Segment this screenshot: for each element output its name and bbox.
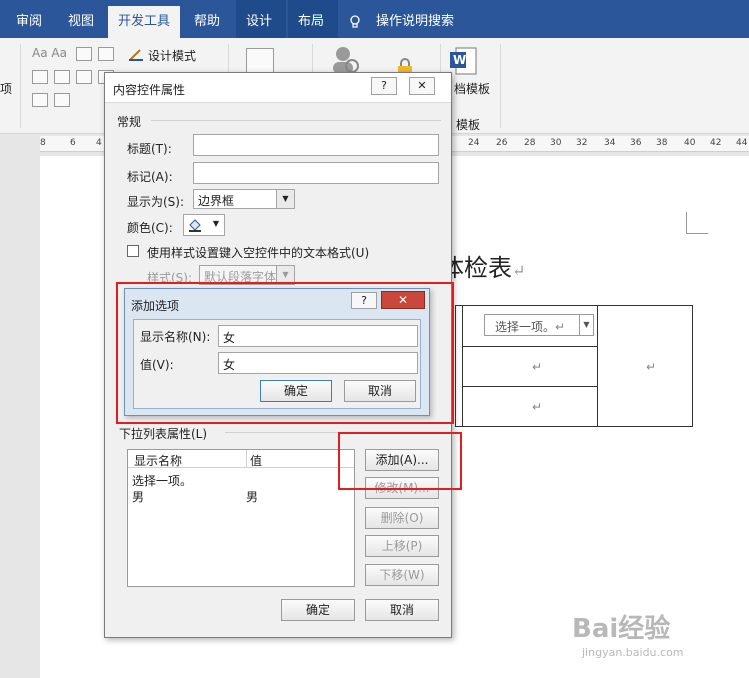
- lightbulb-icon: [350, 15, 360, 28]
- tab-layout[interactable]: 布局: [288, 0, 338, 38]
- tag-field[interactable]: [193, 162, 439, 184]
- list-item[interactable]: 男 男: [128, 488, 354, 504]
- tab-review[interactable]: 审阅: [6, 0, 52, 38]
- text-control-icon[interactable]: Aa Aa: [32, 46, 67, 60]
- title-label: 标题(T):: [127, 142, 172, 156]
- ribbon-tabbar: 审阅 视图 开发工具 帮助 设计 布局 操作说明搜索: [0, 0, 749, 38]
- list-header: 显示名称 值: [128, 450, 354, 468]
- show-as-label: 显示为(S):: [127, 195, 185, 209]
- use-style-label: 使用样式设置键入空控件中的文本格式(U): [147, 246, 370, 260]
- ruler-tick: 4: [96, 138, 102, 148]
- dialog-title-bar[interactable]: 内容控件属性 ? ✕: [105, 73, 451, 103]
- ruler-tick: 30: [550, 138, 562, 148]
- ruler-tick: 34: [604, 138, 616, 148]
- highlight-add-dialog: [116, 282, 454, 424]
- cancel-button[interactable]: 取消: [365, 599, 439, 621]
- baidu-watermark-url: jingyan.baidu.com: [582, 646, 684, 659]
- dropdown-items-list[interactable]: 显示名称 值 选择一项。 男 男: [127, 449, 355, 587]
- repeating-section-icon[interactable]: [32, 93, 48, 107]
- move-up-button[interactable]: 上移(P): [365, 535, 439, 557]
- tab-tell-me[interactable]: 操作说明搜索: [366, 0, 464, 38]
- help-button[interactable]: ?: [371, 77, 397, 95]
- word-template-icon: W: [450, 47, 477, 75]
- list-item[interactable]: 选择一项。: [128, 472, 354, 488]
- move-down-button[interactable]: 下移(W): [365, 564, 439, 586]
- design-mode-icon: [129, 49, 143, 61]
- tab-design[interactable]: 设计: [236, 0, 286, 38]
- tab-view[interactable]: 视图: [58, 0, 104, 38]
- chevron-down-icon[interactable]: ▼: [579, 315, 593, 335]
- paragraph-mark: ↵: [532, 400, 543, 414]
- combo-box-icon[interactable]: [54, 70, 70, 84]
- document-title[interactable]: 体检表↵: [440, 248, 525, 283]
- highlight-add-button: [338, 432, 462, 490]
- column-header-value[interactable]: 值: [250, 452, 262, 469]
- picture-control-icon[interactable]: [76, 47, 92, 61]
- ruler-tick: 8: [40, 138, 46, 148]
- paragraph-mark: ↵: [646, 360, 657, 374]
- baidu-watermark-logo: Bai经验: [572, 614, 671, 644]
- paragraph-mark: ↵: [532, 360, 543, 374]
- close-icon[interactable]: ✕: [409, 77, 435, 95]
- ruler-tick: 32: [576, 138, 588, 148]
- color-label: 颜色(C):: [127, 221, 173, 235]
- ruler-tick: 28: [524, 138, 536, 148]
- show-as-select[interactable]: 边界框 ▼: [193, 189, 295, 209]
- ribbon-left-partial: 项: [0, 82, 13, 96]
- ok-button[interactable]: 确定: [281, 599, 355, 621]
- paint-bucket-icon: [189, 219, 201, 232]
- general-group-label: 常规: [117, 115, 142, 129]
- ruler-tick: 38: [656, 138, 668, 148]
- ruler-tick: 36: [630, 138, 642, 148]
- tag-label: 标记(A):: [127, 170, 173, 184]
- design-mode-button[interactable]: 设计模式: [148, 47, 196, 64]
- chevron-down-icon[interactable]: ▼: [276, 190, 294, 208]
- title-field[interactable]: [193, 134, 439, 156]
- legacy-tools-icon[interactable]: [54, 93, 70, 107]
- svg-text:W: W: [453, 53, 466, 67]
- ruler-tick: 42: [710, 138, 722, 148]
- use-style-checkbox[interactable]: [127, 245, 139, 257]
- checkbox-control-icon[interactable]: [32, 70, 48, 84]
- template-group-label: 模板: [456, 118, 481, 132]
- ruler-tick: 44: [736, 138, 748, 148]
- page-corner-mark: [686, 212, 708, 234]
- ruler-tick: 40: [684, 138, 696, 148]
- dropdown-list-icon[interactable]: [76, 70, 92, 84]
- ruler-tick: 6: [70, 138, 76, 148]
- delete-item-button[interactable]: 删除(O): [365, 507, 439, 529]
- dropdown-properties-group-label: 下拉列表属性(L): [119, 427, 208, 441]
- color-picker[interactable]: ▼: [183, 214, 225, 236]
- column-header-display-name[interactable]: 显示名称: [134, 452, 182, 469]
- tab-developer[interactable]: 开发工具: [108, 6, 181, 38]
- ruler-tick: 26: [496, 138, 508, 148]
- dropdown-content-control[interactable]: 选择一项。↵ ▼: [484, 314, 594, 336]
- building-block-icon[interactable]: [98, 47, 114, 61]
- dialog-title: 内容控件属性: [113, 83, 186, 97]
- chevron-down-icon[interactable]: ▼: [208, 215, 224, 233]
- tab-help[interactable]: 帮助: [184, 0, 230, 38]
- document-template-button[interactable]: 档模板: [454, 80, 490, 97]
- ruler-tick: 24: [468, 138, 480, 148]
